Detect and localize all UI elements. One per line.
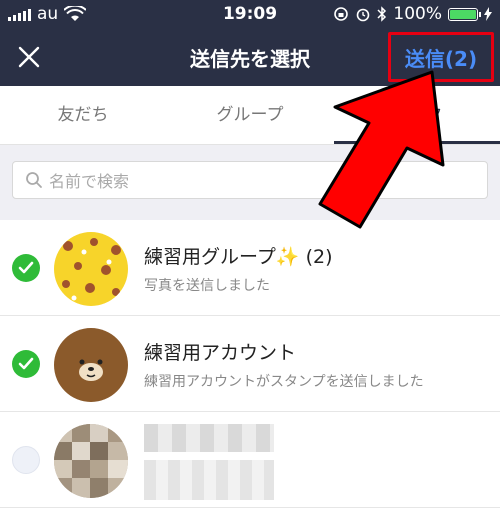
- last-message: 写真を送信しました: [144, 278, 270, 294]
- list-item-group[interactable]: 練習用グループ✨ (2) 写真を送信しました: [0, 220, 500, 316]
- search-box[interactable]: [12, 161, 488, 199]
- battery-percent: 100%: [393, 4, 442, 24]
- blurred-message: [144, 460, 274, 500]
- recipient-list: 練習用グループ✨ (2) 写真を送信しました 練習用アカウント 練習用アカウント…: [0, 220, 500, 513]
- blurred-name: [144, 424, 274, 452]
- contact-name: 練習用グループ✨ (2): [144, 242, 333, 269]
- battery-fill: [450, 9, 476, 19]
- checkbox-checked[interactable]: [12, 254, 40, 282]
- tab-friends[interactable]: 友だち: [0, 86, 166, 144]
- search-icon: [26, 172, 42, 188]
- tab-talks[interactable]: トーク: [334, 86, 500, 144]
- member-count: (2): [305, 246, 333, 268]
- status-bar: au 19:09 100%: [0, 0, 500, 28]
- rotation-lock-icon: [334, 7, 349, 21]
- alarm-icon: [357, 8, 370, 22]
- avatar: [54, 232, 128, 306]
- status-right: 100%: [333, 4, 492, 24]
- send-button-highlight: 送信(2): [388, 32, 494, 82]
- list-item-blurred[interactable]: [0, 412, 500, 508]
- checkmark-icon: [18, 261, 34, 274]
- search-area: [0, 145, 500, 220]
- search-input[interactable]: [47, 167, 471, 195]
- contact-name: 練習用アカウント: [144, 342, 297, 364]
- tab-bar: 友だち グループ トーク: [0, 86, 500, 145]
- checkbox-unchecked[interactable]: [12, 446, 40, 474]
- bluetooth-icon: [377, 6, 387, 22]
- battery-icon: [448, 7, 481, 21]
- checkbox-checked[interactable]: [12, 350, 40, 378]
- avatar: [54, 328, 128, 402]
- tab-groups[interactable]: グループ: [167, 86, 333, 144]
- contact-name-text: 練習用グループ✨: [144, 246, 300, 268]
- charging-icon: [484, 7, 492, 21]
- send-button[interactable]: 送信(2): [405, 43, 477, 72]
- navigation-bar: 送信先を選択 送信(2): [0, 28, 500, 86]
- avatar-blurred: [54, 424, 128, 498]
- list-item-account[interactable]: 練習用アカウント 練習用アカウントがスタンプを送信しました: [0, 316, 500, 412]
- checkmark-icon: [18, 357, 34, 370]
- last-message: 練習用アカウントがスタンプを送信しました: [144, 374, 424, 390]
